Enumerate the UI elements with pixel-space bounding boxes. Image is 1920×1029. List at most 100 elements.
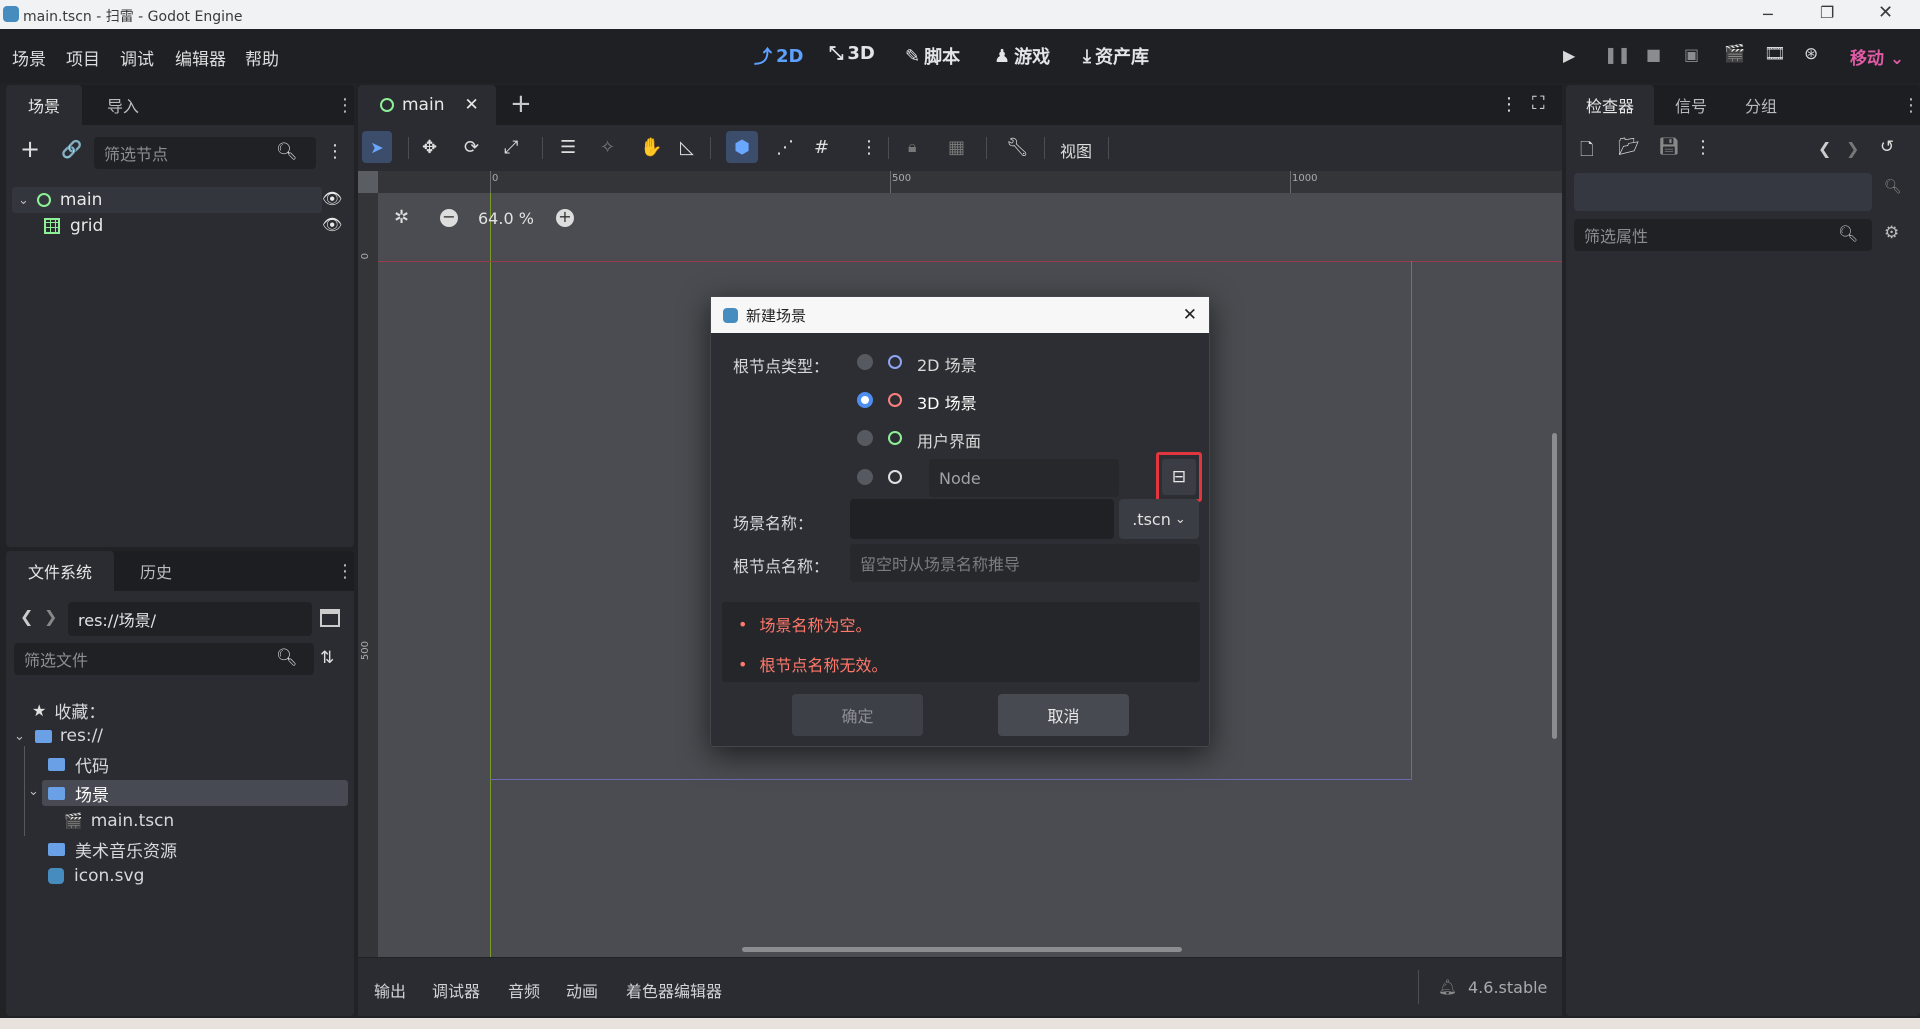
favorites-row[interactable]: ★ 收藏： bbox=[32, 697, 105, 723]
distraction-free-icon[interactable]: ⛶ bbox=[1532, 93, 1545, 114]
tab-animation[interactable]: 动画 bbox=[566, 978, 598, 1002]
play-custom-scene-icon[interactable]: 🎞 bbox=[1764, 44, 1786, 64]
remote-debug-icon[interactable]: ▣ bbox=[1684, 45, 1699, 64]
object-history-icon[interactable]: ↺ bbox=[1880, 137, 1894, 157]
ruler-icon[interactable]: ◺ bbox=[680, 137, 694, 158]
root-name-input[interactable]: 留空时从场景名称推导 bbox=[850, 544, 1200, 582]
choose-node-button[interactable]: ⊟ bbox=[1156, 452, 1202, 502]
vertical-scrollbar[interactable] bbox=[1552, 433, 1557, 739]
pivot-icon[interactable]: ✧ bbox=[600, 137, 615, 158]
tab-scene[interactable]: 场景 bbox=[6, 85, 82, 125]
fs-row-scene[interactable]: 场景 bbox=[42, 780, 348, 806]
resource-options-icon[interactable]: ⋮ bbox=[1694, 137, 1712, 158]
tab-signal[interactable]: 信号 bbox=[1660, 85, 1722, 125]
zoom-out-icon[interactable]: − bbox=[440, 209, 458, 227]
pan-icon[interactable]: ✋ bbox=[640, 137, 662, 158]
history-back-icon[interactable]: ❮ bbox=[1818, 139, 1831, 158]
option-3d-scene-label[interactable]: 3D 场景 bbox=[917, 390, 977, 414]
center-view-icon[interactable]: ✲ bbox=[394, 207, 409, 228]
group-icon[interactable]: ▦ bbox=[948, 137, 965, 158]
tree-node-grid[interactable]: grid bbox=[44, 213, 324, 239]
grid-snap-icon[interactable]: # bbox=[814, 137, 829, 158]
tab-audio[interactable]: 音频 bbox=[508, 978, 540, 1002]
mode-script-button[interactable]: ✎ 脚本 bbox=[905, 43, 960, 69]
sort-icon[interactable]: ⇅ bbox=[320, 648, 334, 668]
open-folder-icon[interactable]: 📂︎ bbox=[1618, 137, 1640, 157]
scene-options-icon[interactable]: ⋮ bbox=[326, 141, 344, 162]
mode-2d-button[interactable]: ⤴ 2D bbox=[754, 43, 803, 69]
radio-3d-scene[interactable] bbox=[857, 392, 873, 408]
zoom-level[interactable]: 64.0 % bbox=[478, 209, 534, 228]
open-docs-icon[interactable]: 🔍︎ bbox=[1884, 179, 1902, 195]
cancel-button[interactable]: 取消 bbox=[998, 694, 1129, 736]
smart-snap-icon[interactable]: ⬢ bbox=[726, 131, 758, 163]
option-user-interface-label[interactable]: 用户界面 bbox=[917, 428, 981, 452]
tab-group[interactable]: 分组 bbox=[1730, 85, 1792, 125]
fs-row-code[interactable]: 代码 bbox=[48, 751, 109, 777]
add-tab-icon[interactable]: + bbox=[510, 89, 532, 120]
fs-row-res[interactable]: ⌄ res:// bbox=[14, 723, 103, 749]
tab-shader-editor[interactable]: 着色器编辑器 bbox=[626, 978, 722, 1002]
play-scene-icon[interactable]: 🎬 bbox=[1724, 44, 1745, 64]
path-field[interactable]: res://场景/ bbox=[68, 602, 312, 636]
select-mode-icon[interactable]: ➤ bbox=[362, 131, 392, 163]
close-dialog-icon[interactable]: ✕ bbox=[1183, 305, 1197, 325]
scene-name-input[interactable] bbox=[850, 499, 1114, 539]
ok-button[interactable]: 确定 bbox=[792, 694, 923, 736]
play-icon[interactable]: ▶ bbox=[1563, 46, 1575, 65]
bone-icon[interactable]: 🔧︎ bbox=[1006, 137, 1029, 158]
menu-help[interactable]: 帮助 bbox=[245, 45, 279, 70]
chevron-down-icon[interactable]: ⌄ bbox=[28, 784, 39, 799]
custom-node-field[interactable]: Node bbox=[929, 459, 1119, 497]
tab-debugger[interactable]: 调试器 bbox=[432, 978, 480, 1002]
tree-node-main[interactable]: ⌄ main bbox=[12, 187, 322, 213]
movie-maker-icon[interactable]: ⊛ bbox=[1804, 44, 1818, 64]
tab-output[interactable]: 输出 bbox=[374, 978, 406, 1002]
kebab-menu-icon[interactable]: ⋮ bbox=[1500, 94, 1518, 115]
list-select-icon[interactable]: ☰ bbox=[560, 137, 576, 158]
restore-icon[interactable]: ❐ bbox=[1820, 3, 1834, 22]
menu-editor[interactable]: 编辑器 bbox=[175, 45, 226, 70]
renderer-select[interactable]: 移动 ⌄ bbox=[1850, 44, 1904, 69]
new-resource-icon[interactable]: 🗋 bbox=[1580, 137, 1594, 166]
tab-filesystem[interactable]: 文件系统 bbox=[6, 551, 114, 591]
menu-scene[interactable]: 场景 bbox=[12, 45, 46, 70]
split-view-icon[interactable] bbox=[320, 609, 340, 627]
radio-custom-node[interactable] bbox=[857, 469, 873, 485]
close-window-icon[interactable]: ✕ bbox=[1878, 2, 1893, 23]
move-mode-icon[interactable]: ✥ bbox=[422, 137, 437, 158]
tab-import[interactable]: 导入 bbox=[88, 85, 158, 125]
kebab-menu-icon[interactable]: ⋮ bbox=[336, 561, 354, 582]
inspector-settings-icon[interactable]: ⚙ bbox=[1884, 223, 1899, 243]
notification-bell-icon[interactable]: 🔔︎ bbox=[1438, 978, 1457, 996]
menu-project[interactable]: 项目 bbox=[66, 45, 100, 70]
extension-select[interactable]: .tscn ⌄ bbox=[1119, 499, 1199, 539]
horizontal-scrollbar[interactable] bbox=[742, 947, 1182, 952]
forward-icon[interactable]: ❯ bbox=[44, 607, 57, 626]
save-icon[interactable]: 💾︎ bbox=[1658, 137, 1680, 157]
property-filter-input[interactable]: 筛选属性 bbox=[1574, 219, 1872, 251]
menu-debug[interactable]: 调试 bbox=[120, 45, 154, 70]
fs-row-main-tscn[interactable]: 🎬 main.tscn bbox=[64, 808, 174, 834]
stop-icon[interactable]: ■ bbox=[1646, 45, 1661, 64]
snap-icon[interactable]: ⋰ bbox=[776, 137, 794, 158]
back-icon[interactable]: ❮ bbox=[20, 607, 33, 626]
pause-icon[interactable]: ❚❚ bbox=[1604, 45, 1631, 64]
radio-user-interface[interactable] bbox=[857, 430, 873, 446]
option-2d-scene-label[interactable]: 2D 场景 bbox=[917, 352, 977, 376]
rotate-mode-icon[interactable]: ⟳ bbox=[464, 137, 479, 158]
radio-2d-scene[interactable] bbox=[857, 354, 873, 370]
mode-game-button[interactable]: ♟ 游戏 bbox=[994, 43, 1050, 69]
lock-icon[interactable]: 🔒︎ bbox=[908, 137, 917, 157]
scene-tab-main[interactable]: main ✕ bbox=[358, 85, 496, 125]
zoom-in-icon[interactable]: + bbox=[556, 209, 574, 227]
mode-assetlib-button[interactable]: ⤓ 资产库 bbox=[1083, 43, 1149, 69]
file-filter-input[interactable]: 筛选文件 bbox=[14, 643, 314, 675]
kebab-menu-icon[interactable]: ⋮ bbox=[1902, 95, 1920, 116]
close-tab-icon[interactable]: ✕ bbox=[464, 95, 478, 115]
object-selector[interactable] bbox=[1574, 173, 1872, 211]
tab-inspector[interactable]: 检查器 bbox=[1566, 85, 1654, 125]
visibility-eye-icon[interactable]: 👁 bbox=[322, 189, 342, 208]
minimize-icon[interactable]: ─ bbox=[1763, 5, 1773, 24]
snap-options-icon[interactable]: ⋮ bbox=[860, 137, 878, 158]
